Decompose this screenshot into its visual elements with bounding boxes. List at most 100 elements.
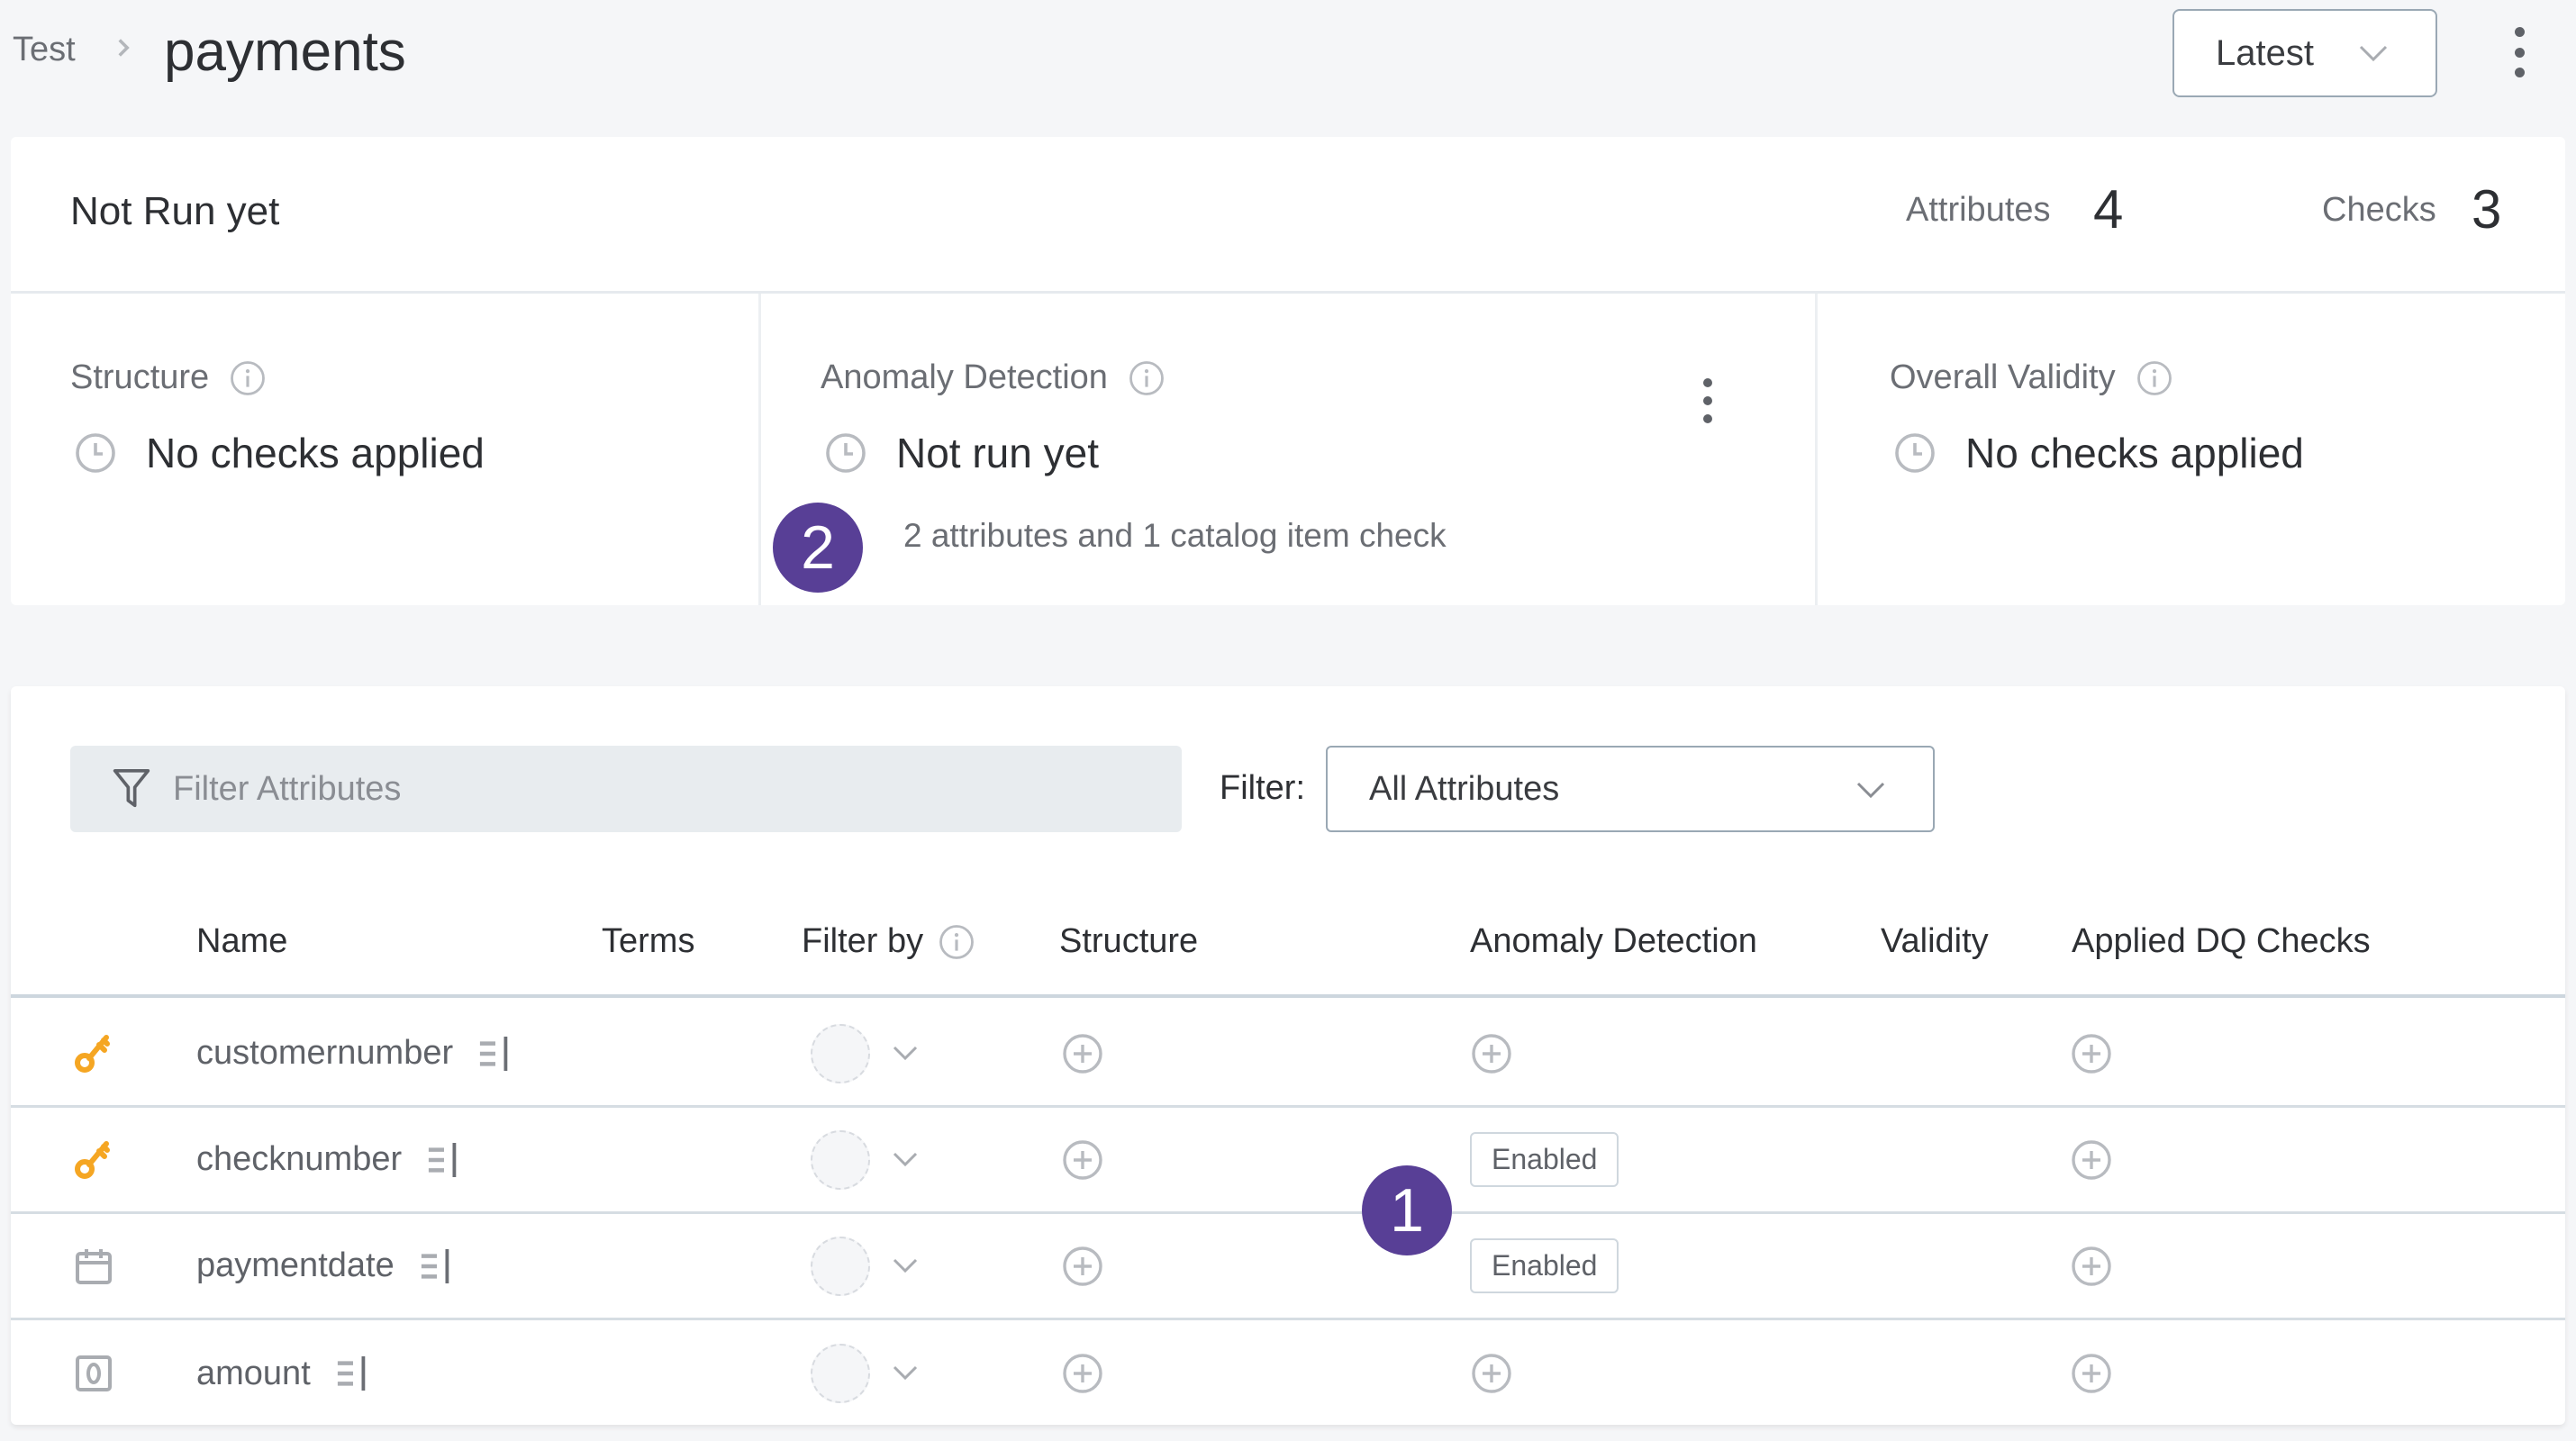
add-structure-check-icon[interactable]	[1061, 1352, 1104, 1395]
column-header-label: Structure	[1059, 922, 1199, 960]
filter-by-dropdown[interactable]	[811, 1214, 919, 1318]
filter-by-indicator	[811, 1344, 870, 1403]
add-anomaly-check-icon[interactable]	[1470, 1352, 1513, 1395]
structure-title-text: Structure	[70, 358, 210, 396]
attribute-search-input[interactable]	[173, 769, 1074, 809]
kebab-dot	[2514, 47, 2525, 58]
info-icon[interactable]	[1128, 359, 1166, 397]
info-icon[interactable]	[2136, 359, 2173, 397]
add-dq-check-icon[interactable]	[2070, 1245, 2113, 1288]
anomaly-options-button[interactable]	[1698, 378, 1718, 423]
structure-panel: Structure No checks applied	[11, 294, 758, 605]
attribute-name[interactable]: amount	[196, 1355, 311, 1393]
version-select[interactable]: Latest	[2172, 9, 2437, 97]
anomaly-status-badge[interactable]: Enabled	[1470, 1132, 1619, 1187]
applied-dq-checks-cell[interactable]	[2070, 1001, 2113, 1105]
column-header-validity[interactable]: Validity	[1881, 922, 1989, 961]
structure-status: No checks applied	[74, 429, 485, 477]
column-header-anomaly-detection[interactable]: Anomaly Detection	[1470, 922, 1757, 961]
applied-dq-checks-cell[interactable]	[2070, 1108, 2113, 1211]
column-header-applied-dq-checks[interactable]: Applied DQ Checks	[2072, 922, 2371, 961]
description-icon[interactable]	[478, 1035, 512, 1073]
summary-header: Not Run yet Attributes 4 Checks 3	[11, 137, 2565, 294]
filter-by-dropdown[interactable]	[811, 1108, 919, 1211]
anomaly-cell[interactable]: Enabled	[1470, 1214, 1619, 1318]
structure-title: Structure	[70, 358, 267, 397]
anomaly-cell[interactable]: Enabled	[1470, 1108, 1619, 1211]
anomaly-cell[interactable]	[1470, 1320, 1513, 1427]
column-header-terms[interactable]: Terms	[602, 922, 694, 961]
add-dq-check-icon[interactable]	[2070, 1138, 2113, 1182]
structure-cell[interactable]	[1061, 1108, 1104, 1211]
anomaly-status-text: Not run yet	[896, 430, 1099, 476]
attributes-label: Attributes	[1906, 191, 2051, 229]
table-row[interactable]: checknumber Enabled	[11, 1108, 2565, 1214]
clock-icon	[1895, 433, 1935, 473]
column-header-label: Filter by	[802, 922, 924, 960]
kebab-dot	[1703, 378, 1712, 387]
anomaly-panel: Anomaly Detection Not run yet 2 attribut…	[761, 294, 1815, 605]
more-options-button[interactable]	[2506, 27, 2533, 77]
attribute-name-cell[interactable]: paymentdate	[196, 1214, 454, 1318]
attributes-count: 4	[2093, 179, 2124, 240]
kebab-dot	[2514, 68, 2525, 77]
anomaly-status: Not run yet	[824, 429, 1099, 477]
info-icon[interactable]	[229, 359, 267, 397]
description-icon[interactable]	[420, 1247, 454, 1285]
breadcrumb-parent[interactable]: Test	[13, 31, 76, 69]
applied-dq-checks-cell[interactable]	[2070, 1320, 2113, 1427]
applied-dq-checks-cell[interactable]	[2070, 1214, 2113, 1318]
chevron-down-icon	[893, 1046, 918, 1060]
step-marker-1: 1	[1362, 1165, 1452, 1255]
attribute-search[interactable]	[70, 746, 1182, 832]
number-icon	[72, 1320, 115, 1427]
description-icon[interactable]	[427, 1141, 461, 1179]
anomaly-cell[interactable]	[1470, 1001, 1513, 1105]
add-structure-check-icon[interactable]	[1061, 1245, 1104, 1288]
attribute-name[interactable]: checknumber	[196, 1140, 402, 1179]
table-row[interactable]: customernumber	[11, 1001, 2565, 1108]
anomaly-title-text: Anomaly Detection	[821, 358, 1108, 396]
structure-cell[interactable]	[1061, 1214, 1104, 1318]
attribute-name[interactable]: paymentdate	[196, 1246, 395, 1285]
anomaly-detail: 2 attributes and 1 catalog item check	[903, 517, 1447, 554]
add-anomaly-check-icon[interactable]	[1470, 1032, 1513, 1075]
table-row[interactable]: paymentdate Enabled	[11, 1214, 2565, 1320]
column-header-structure[interactable]: Structure	[1059, 922, 1198, 961]
column-header-name[interactable]: Name	[196, 922, 287, 961]
filter-funnel-icon	[113, 768, 150, 808]
attribute-name-cell[interactable]: customernumber	[196, 1001, 512, 1105]
anomaly-status-badge[interactable]: Enabled	[1470, 1238, 1619, 1293]
column-header-label: Name	[196, 922, 288, 960]
step-marker-2: 2	[773, 503, 863, 593]
chevron-right-icon	[118, 39, 130, 57]
add-structure-check-icon[interactable]	[1061, 1138, 1104, 1182]
add-dq-check-icon[interactable]	[2070, 1032, 2113, 1075]
filter-label: Filter:	[1220, 769, 1305, 807]
validity-title-text: Overall Validity	[1890, 358, 2116, 396]
column-header-filter-by[interactable]: Filter by	[802, 922, 975, 961]
chevron-down-icon	[893, 1152, 918, 1166]
checks-count: 3	[2472, 179, 2502, 240]
attribute-name-cell[interactable]: checknumber	[196, 1108, 461, 1211]
attribute-filter-select[interactable]: All Attributes	[1326, 746, 1935, 832]
structure-cell[interactable]	[1061, 1001, 1104, 1105]
description-icon[interactable]	[336, 1355, 370, 1392]
filter-by-dropdown[interactable]	[811, 1320, 919, 1427]
add-dq-check-icon[interactable]	[2070, 1352, 2113, 1395]
chevron-down-icon	[2359, 45, 2388, 62]
structure-cell[interactable]	[1061, 1320, 1104, 1427]
structure-status-text: No checks applied	[146, 430, 485, 476]
attribute-name-cell[interactable]: amount	[196, 1320, 370, 1427]
chevron-down-icon	[1856, 782, 1885, 799]
filter-by-dropdown[interactable]	[811, 1001, 919, 1105]
attribute-filter-value: All Attributes	[1369, 769, 1560, 808]
validity-status: No checks applied	[1893, 429, 2304, 477]
add-structure-check-icon[interactable]	[1061, 1032, 1104, 1075]
attribute-name[interactable]: customernumber	[196, 1034, 453, 1073]
checks-label: Checks	[2322, 191, 2436, 229]
info-icon[interactable]	[938, 923, 975, 961]
key-icon	[72, 1108, 115, 1211]
table-row[interactable]: amount	[11, 1320, 2565, 1427]
run-status: Not Run yet	[70, 189, 280, 233]
